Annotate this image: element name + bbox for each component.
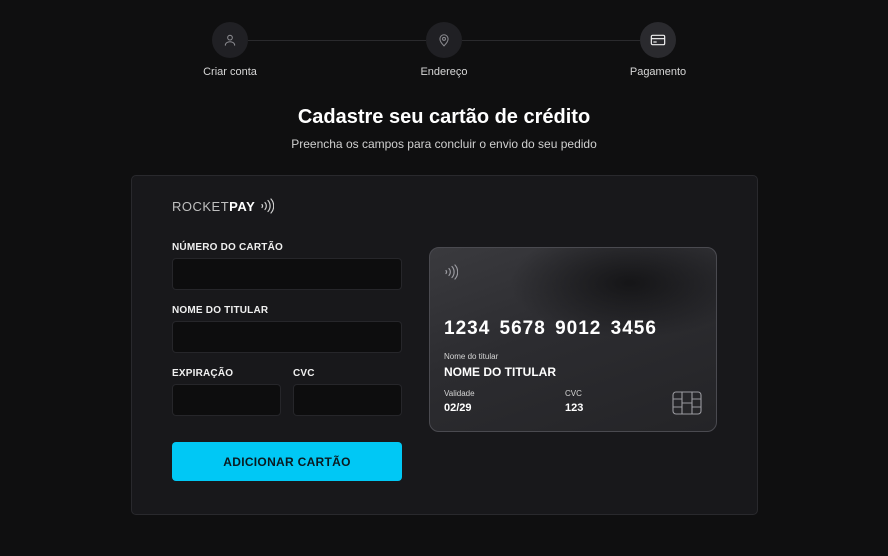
card-preview-number: 1234 5678 9012 3456 [444,318,657,339]
card-preview-expiration: 02/29 [444,402,472,414]
expiration-label: EXPIRAÇÃO [172,368,234,379]
brand-name-bold: PAY [229,198,256,214]
page-title: Cadastre seu cartão de crédito [297,106,591,128]
card-preview-holder-label: Nome do titular [444,352,499,361]
card-number-input[interactable] [172,258,402,290]
card-preview-cvc-label: CVC [565,389,582,398]
brand-name-light: ROCKET [172,198,230,214]
checkout-stepper: Criar conta Endereço Pagamento [0,22,888,82]
step-label: Criar conta [203,66,257,78]
expiration-input[interactable] [172,384,281,416]
step-circle [212,22,248,58]
add-card-button[interactable]: ADICIONAR CARTÃO [172,442,402,481]
contactless-icon [261,198,275,214]
cvc-label: CVC [293,368,315,379]
holder-name-label: NOME DO TITULAR [172,305,269,316]
brand-logo: ROCKET PAY [172,198,275,214]
step-label: Pagamento [629,66,687,78]
card-preview-expiration-label: Validade [444,389,475,398]
contactless-icon [445,264,458,280]
page-subtitle: Preencha os campos para concluir o envio… [291,137,597,151]
card-preview-holder: NOME DO TITULAR [444,365,556,379]
step-circle [426,22,462,58]
map-pin-icon [439,34,449,47]
step-label: Endereço [420,66,468,78]
step-address: Endereço [384,22,504,78]
card-form-panel: ROCKET PAY NÚMERO DO CARTÃO NOME DO TITUL… [131,175,758,515]
user-icon [224,34,236,46]
card-preview-cvc: 123 [565,402,584,414]
step-create-account: Criar conta [170,22,290,78]
step-payment: Pagamento [598,22,718,78]
credit-card-icon [650,34,666,46]
credit-card-preview: 1234 5678 9012 3456 Nome do titular NOME… [429,247,717,432]
holder-name-input[interactable] [172,321,402,353]
step-circle [640,22,676,58]
chip-icon [672,391,702,415]
card-number-label: NÚMERO DO CARTÃO [172,242,283,253]
cvc-input[interactable] [293,384,402,416]
